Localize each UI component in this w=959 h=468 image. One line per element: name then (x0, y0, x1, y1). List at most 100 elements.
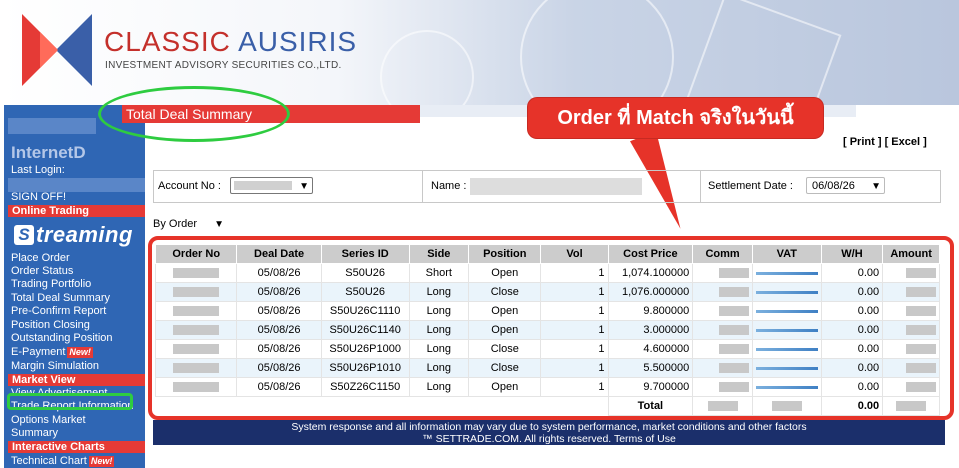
cell-amount (882, 282, 940, 302)
cell-position: Open (468, 301, 542, 321)
cell-comm (692, 282, 753, 302)
table-row: 05/08/26 S50U26P1010 Long Close 1 5.500000 0.0… (154, 358, 940, 378)
cell-series-id: S50U26 (320, 282, 410, 302)
cell-side: Long (408, 358, 470, 378)
sidebar-item-pre-confirm-report[interactable]: Pre-Confirm Report (11, 305, 106, 318)
print-link[interactable]: [ Print ] (843, 136, 882, 148)
cell-vol: 1 (540, 282, 609, 302)
col-deal-date[interactable]: Deal Date (236, 244, 322, 264)
cell-side: Short (408, 263, 470, 283)
cell-order-no (154, 263, 238, 283)
cell-cost-price: 9.800000 (607, 301, 694, 321)
footer-copyright[interactable]: ™ SETTRADE.COM. All rights reserved. Ter… (153, 433, 945, 445)
company-name: CLASSIC AUSIRIS (104, 26, 358, 57)
sidebar-item-technical-chart[interactable]: Technical Chart New! (11, 455, 115, 468)
vat-redacted (755, 366, 818, 370)
highlight-total-deal-summary (7, 393, 133, 410)
account-value-redacted (234, 181, 292, 190)
streaming-s-icon: S (14, 225, 34, 245)
account-cell: Account No : ▼ (154, 171, 423, 202)
cell-wh: 0.00 (820, 358, 884, 378)
col-position[interactable]: Position (468, 244, 542, 264)
total-vat-redacted (751, 396, 822, 416)
cell-vat (751, 263, 822, 283)
section-online-trading: Online Trading (8, 205, 145, 217)
cell-vol: 1 (540, 320, 609, 340)
sidebar-item-summary[interactable]: Summary (11, 427, 58, 440)
col-vat[interactable]: VAT (751, 244, 822, 264)
cell-order-no (154, 358, 238, 378)
cell-deal-date: 05/08/26 (236, 358, 322, 378)
sidebar-item-position-closing[interactable]: Position Closing (11, 319, 90, 332)
header-decoration (380, 30, 474, 105)
last-login-value-redacted (8, 178, 145, 192)
cell-amount (882, 339, 940, 359)
vat-redacted (755, 271, 818, 275)
order-no-redacted (173, 268, 220, 279)
col-series-id[interactable]: Series ID (320, 244, 410, 264)
cell-vat (751, 339, 822, 359)
cell-comm (692, 263, 753, 283)
new-badge: New! (88, 456, 115, 467)
cell-comm (692, 339, 753, 359)
cell-vat (751, 301, 822, 321)
excel-link[interactable]: [ Excel ] (885, 136, 927, 148)
cell-amount (882, 301, 940, 321)
col-cost-price[interactable]: Cost Price (607, 244, 694, 264)
name-value-redacted (470, 178, 642, 195)
table-header-row: Order No Deal Date Series ID Side Positi… (154, 244, 940, 264)
export-links: [ Print ] [ Excel ] (843, 136, 927, 148)
cell-cost-price: 1,076.000000 (607, 282, 694, 302)
comm-redacted (718, 287, 749, 298)
vat-redacted (755, 385, 818, 389)
comm-redacted (718, 268, 749, 279)
account-select[interactable]: ▼ (230, 177, 313, 194)
cell-series-id: S50U26 (320, 263, 410, 283)
sidebar-item-order-status[interactable]: Order Status (11, 265, 73, 278)
col-wh[interactable]: W/H (820, 244, 884, 264)
cell-position: Close (468, 358, 542, 378)
cell-order-no (154, 282, 238, 302)
col-order-no[interactable]: Order No (154, 244, 238, 264)
sidebar-item-trading-portfolio[interactable]: Trading Portfolio (11, 278, 91, 291)
col-vol[interactable]: Vol (540, 244, 609, 264)
sidebar-title: InternetD (11, 143, 86, 162)
settlement-cell: Settlement Date : 06/08/26 ▼ (700, 171, 939, 202)
table-total-row: Total 0.00 (156, 396, 940, 416)
table-row: 05/08/26 S50U26 Short Open 1 1,074.100000 0.00 (154, 263, 940, 283)
settlement-date-select[interactable]: 06/08/26 ▼ (806, 177, 885, 194)
cell-side: Long (408, 301, 470, 321)
cell-position: Open (468, 263, 542, 283)
sidebar-item-options-market[interactable]: Options Market (11, 414, 86, 427)
cell-deal-date: 05/08/26 (236, 282, 322, 302)
cell-cost-price: 9.700000 (607, 377, 694, 397)
order-no-redacted (173, 382, 220, 393)
company-subtitle: INVESTMENT ADVISORY SECURITIES CO.,LTD. (105, 60, 342, 71)
sidebar-item-e-payment[interactable]: E-Payment New! (11, 346, 93, 359)
total-spacer (156, 397, 609, 416)
col-side[interactable]: Side (408, 244, 470, 264)
sign-off-link[interactable]: SIGN OFF! (11, 191, 66, 203)
header-decoration (682, 0, 842, 105)
footer-disclaimer: System response and all information may … (291, 421, 807, 433)
account-label: Account No : (158, 180, 221, 192)
sidebar-item-margin-simulation[interactable]: Margin Simulation (11, 360, 99, 373)
comm-redacted (718, 325, 749, 336)
cell-vol: 1 (540, 301, 609, 321)
col-comm[interactable]: Comm (692, 244, 753, 264)
footer: System response and all information may … (153, 420, 945, 445)
cell-cost-price: 4.600000 (607, 339, 694, 359)
cell-deal-date: 05/08/26 (236, 339, 322, 359)
order-no-redacted (173, 306, 220, 317)
cell-side: Long (408, 377, 470, 397)
cell-vat (751, 320, 822, 340)
table-row: 05/08/26 S50U26 Long Close 1 1,076.000000 0.00 (154, 282, 940, 302)
user-id-redacted (8, 118, 96, 134)
group-by-select[interactable]: By Order ▼ (153, 216, 227, 233)
sidebar-item-total-deal-summary[interactable]: Total Deal Summary (11, 292, 110, 305)
cell-vol: 1 (540, 377, 609, 397)
sidebar-item-outstanding-position[interactable]: Outstanding Position (11, 332, 113, 345)
streaming-logo[interactable]: S treaming (14, 222, 140, 248)
col-amount[interactable]: Amount (882, 244, 940, 264)
sidebar-item-place-order[interactable]: Place Order (11, 252, 70, 265)
